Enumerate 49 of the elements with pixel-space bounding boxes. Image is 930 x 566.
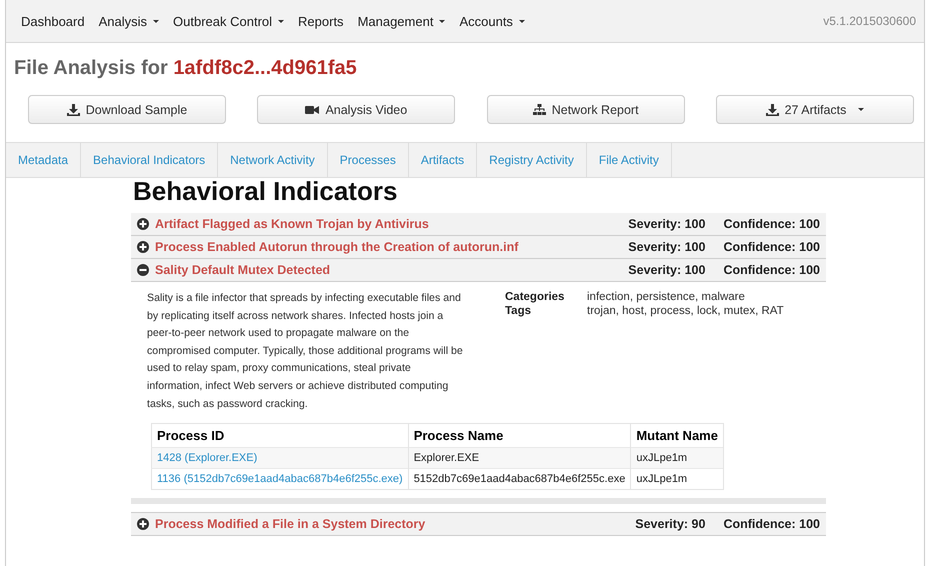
indicator-header[interactable]: Artifact Flagged as Known Trojan by Antivirus Severity: 100 Confidence: 100 (131, 213, 826, 236)
severity-label: Severity: 100 (628, 217, 706, 231)
indicator-title: Process Enabled Autorun through the Creation of autorun.inf (155, 240, 520, 254)
video-camera-icon (305, 104, 320, 114)
meta-label: Tags (505, 304, 532, 318)
confidence-label: Confidence: 100 (723, 263, 820, 277)
caret-icon (153, 20, 160, 22)
caret-icon (858, 108, 864, 111)
table-cell: Explorer.EXE (408, 448, 631, 469)
indicator-header[interactable]: Process Enabled Autorun through the Creation of autorun.inf Severity: 100 Confidence: 100 (131, 236, 826, 259)
severity-label: Severity: 100 (628, 240, 706, 254)
severity-label: Severity: 90 (635, 517, 706, 532)
action-button[interactable]: Download Sample (28, 95, 226, 124)
confidence-label: Confidence: 100 (723, 217, 820, 231)
process-link[interactable]: 1136 (5152db7c69e1aad4abac687b4e6f255c.exe) (157, 473, 403, 486)
download-icon (766, 104, 779, 116)
nav-item[interactable]: Reports (291, 14, 351, 28)
meta-value: trojan, host, process, lock, mutex, RAT (587, 304, 784, 318)
table-cell: uxJLpe1m (630, 448, 724, 469)
version-label: v5.1.2015030600 (823, 14, 916, 28)
sitemap-icon (532, 104, 546, 116)
indicator-title: Process Modified a File in a System Directory (155, 517, 426, 532)
table-cell: uxJLpe1m (630, 468, 724, 490)
indicator-title: Sality Default Mutex Detected (155, 263, 332, 277)
indicator-header[interactable]: Sality Default Mutex Detected Severity: 100 Confidence: 100 (131, 259, 826, 282)
indicator-title: Artifact Flagged as Known Trojan by Antivirus (155, 217, 430, 231)
nav-item[interactable]: Accounts (452, 14, 532, 28)
download-icon (66, 104, 80, 116)
confidence-label: Confidence: 100 (723, 517, 820, 532)
table-cell: 5152db7c69e1aad4abac687b4e6f255c.exe (408, 468, 631, 490)
nav-item[interactable]: Outbreak Control (166, 14, 292, 28)
nav-item[interactable]: Analysis (92, 14, 166, 28)
nav-item[interactable]: Management (350, 14, 452, 28)
action-button[interactable]: 27 Artifacts (716, 95, 914, 124)
file-hash: 1afdf8c2...4d961fa5 (173, 57, 357, 79)
action-button[interactable]: Analysis Video (257, 95, 456, 124)
indicator-description: Sality is a file infector that spreads by infecting executable files and by replicating itself across network shares. Infected hosts join a peer-to-peer network used to propagate malware on the compromised computer. Typically, those additional programs will be used to relay spam, proxy communications, steal private information, infect Web servers or achieve distributed computing tasks, such as password cracking. (147, 291, 464, 412)
caret-icon (439, 20, 446, 22)
page-title: File Analysis for (14, 57, 168, 79)
nav-item[interactable]: Dashboard (14, 14, 92, 28)
confidence-label: Confidence: 100 (723, 240, 820, 254)
caret-icon (518, 20, 525, 22)
section-heading: Behavioral Indicators (133, 176, 398, 207)
action-button[interactable]: Network Report (486, 95, 685, 124)
meta-value: infection, persistence, malware (587, 290, 746, 304)
severity-label: Severity: 100 (628, 263, 706, 277)
caret-icon (278, 20, 284, 22)
meta-label: Categories (505, 290, 566, 304)
indicator-header[interactable]: Process Modified a File in a System Directory Severity: 90 Confidence: 100 (131, 512, 826, 536)
